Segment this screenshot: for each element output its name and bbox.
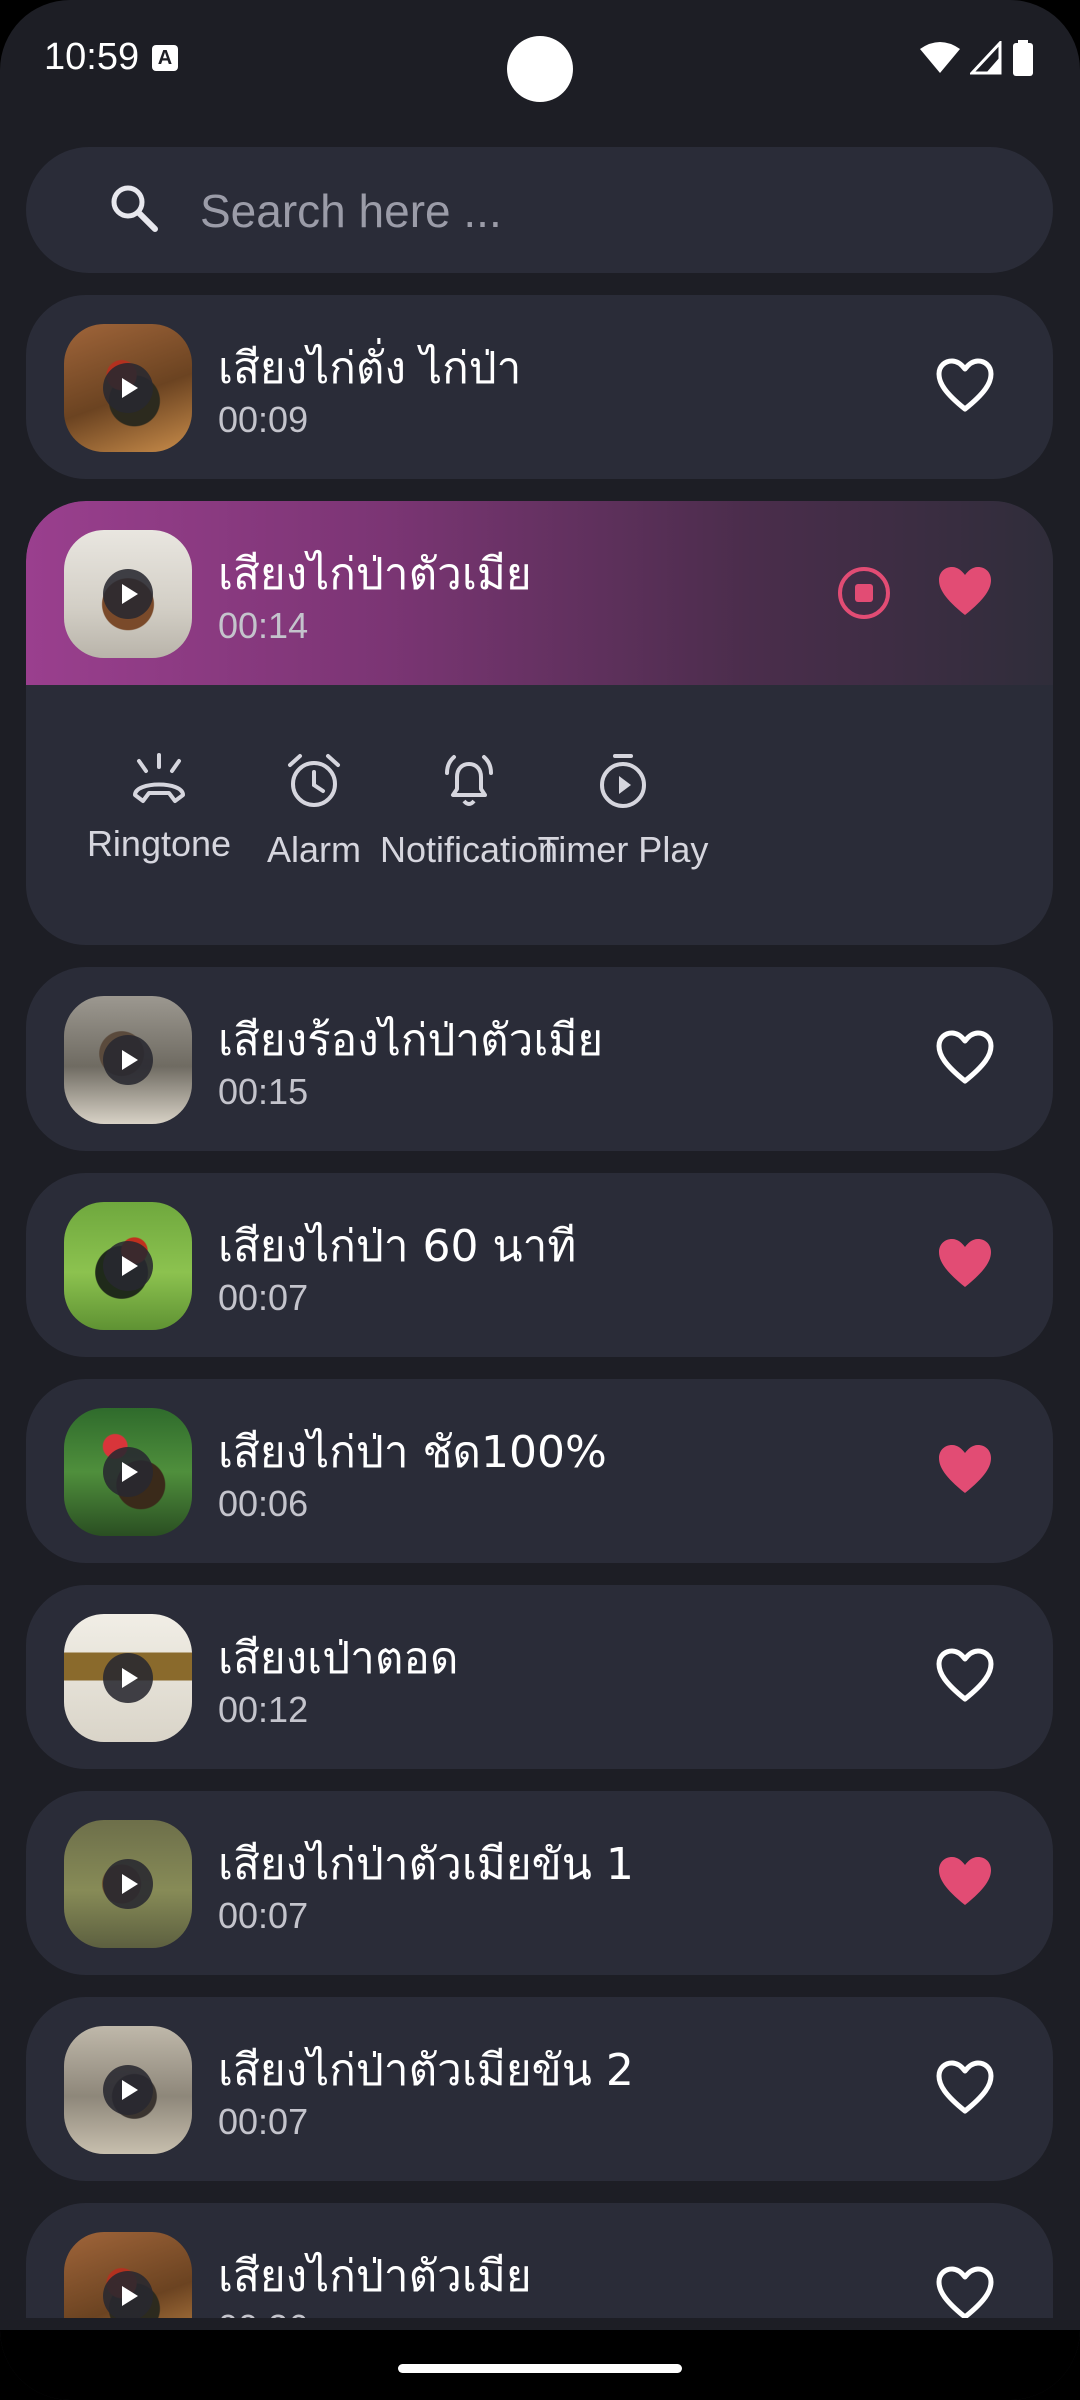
- sound-thumbnail[interactable]: [64, 996, 192, 1124]
- sound-title: เสียงเป่าตอด: [218, 1633, 459, 1684]
- camera-cutout: [507, 36, 573, 102]
- sound-title: เสียงไก่ป่า ชัด100%: [218, 1427, 607, 1478]
- action-label: Timer Play: [537, 829, 709, 870]
- sound-thumbnail[interactable]: [64, 324, 192, 452]
- sound-thumbnail[interactable]: [64, 1408, 192, 1536]
- sound-title: เสียงไก่ป่าตัวเมียขัน 2: [218, 2045, 634, 2096]
- a-icon: A: [152, 45, 178, 71]
- play-icon[interactable]: [103, 1035, 153, 1085]
- play-icon[interactable]: [103, 1241, 153, 1291]
- sound-card[interactable]: เสียงไก่ป่าตัวเมียขัน 1 00:07: [26, 1791, 1053, 1975]
- play-icon[interactable]: [103, 1447, 153, 1497]
- heart-filled-icon[interactable]: [935, 1853, 995, 1909]
- sound-card[interactable]: เสียงไก่ป่า 60 นาที 00:07: [26, 1173, 1053, 1357]
- sound-card[interactable]: เสียงไก่ตั่ง ไก่ป่า 00:09: [26, 295, 1053, 479]
- sound-list[interactable]: เสียงไก่ตั่ง ไก่ป่า 00:09 เสียงไก่ป่าตัวเม…: [26, 295, 1053, 2318]
- sound-card[interactable]: เสียงเป่าตอด 00:12: [26, 1585, 1053, 1769]
- stop-icon[interactable]: [836, 565, 892, 621]
- play-icon[interactable]: [103, 1859, 153, 1909]
- status-icons: [920, 40, 1034, 76]
- timer-play-icon: [508, 751, 738, 811]
- sound-duration: 00:06: [218, 1483, 309, 1524]
- status-bar: 10:59 A: [0, 0, 1080, 120]
- sound-title: เสียงไก่ป่า 60 นาที: [218, 1221, 577, 1272]
- heart-outline-icon[interactable]: [935, 357, 995, 413]
- action-timer-play-button[interactable]: Timer Play: [508, 751, 738, 871]
- sound-thumbnail[interactable]: [64, 2232, 192, 2318]
- wifi-icon: [920, 42, 960, 73]
- play-icon[interactable]: [103, 569, 153, 619]
- sound-thumbnail[interactable]: [64, 2026, 192, 2154]
- sound-row[interactable]: เสียงไก่ตั่ง ไก่ป่า 00:09: [26, 295, 1053, 479]
- sound-row[interactable]: เสียงไก่ป่าตัวเมียขัน 2 00:07: [26, 1997, 1053, 2181]
- sound-row[interactable]: เสียงไก่ป่าตัวเมียขัน 1 00:07: [26, 1791, 1053, 1975]
- sound-duration: 00:26: [218, 2307, 308, 2318]
- sound-title: เสียงไก่ป่าตัวเมีย: [218, 549, 532, 600]
- sound-duration: 00:07: [218, 1895, 309, 1936]
- sound-row[interactable]: เสียงไก่ป่า 60 นาที 00:07: [26, 1173, 1053, 1357]
- sound-duration: 00:09: [218, 399, 309, 440]
- sound-row[interactable]: เสียงไก่ป่าตัวเมีย 00:26: [26, 2203, 1053, 2318]
- sound-thumbnail[interactable]: [64, 1202, 192, 1330]
- app-screen: 10:59 A เสียงไก่ตั่ง ไก่ป่า00:09เสียงไก่…: [0, 0, 1080, 2400]
- battery-icon: [1013, 40, 1033, 76]
- sound-title: เสียงร้องไก่ป่าตัวเมีย: [218, 1015, 604, 1066]
- sound-row-playing[interactable]: เสียงไก่ป่าตัวเมีย 00:14: [26, 501, 1053, 685]
- heart-outline-icon[interactable]: [935, 1029, 995, 1085]
- heart-outline-icon[interactable]: [935, 2059, 995, 2115]
- play-icon[interactable]: [103, 2271, 153, 2318]
- sound-card[interactable]: เสียงไก่ป่า ชัด100% 00:06: [26, 1379, 1053, 1563]
- play-icon[interactable]: [103, 1653, 153, 1703]
- heart-filled-icon[interactable]: [935, 1441, 995, 1497]
- status-time: 10:59: [44, 36, 140, 78]
- sound-thumbnail[interactable]: [64, 1820, 192, 1948]
- play-icon[interactable]: [103, 2065, 153, 2115]
- heart-outline-icon[interactable]: [935, 1647, 995, 1703]
- search-bar[interactable]: [26, 147, 1053, 273]
- sound-title: เสียงไก่ป่าตัวเมียขัน 1: [218, 1839, 634, 1890]
- sound-card[interactable]: เสียงร้องไก่ป่าตัวเมีย 00:15: [26, 967, 1053, 1151]
- signal-icon: [970, 41, 1002, 75]
- sound-title: เสียงไก่ตั่ง ไก่ป่า: [218, 343, 522, 394]
- sound-duration: 00:14: [218, 605, 309, 646]
- home-gesture-handle[interactable]: [398, 2364, 682, 2373]
- sound-thumbnail[interactable]: [64, 1614, 192, 1742]
- sound-row[interactable]: เสียงร้องไก่ป่าตัวเมีย 00:15: [26, 967, 1053, 1151]
- sound-card[interactable]: เสียงไก่ป่าตัวเมีย 00:14 Ringtone Alarm Noti…: [26, 501, 1053, 945]
- search-icon: [111, 185, 158, 232]
- sound-thumbnail[interactable]: [64, 530, 192, 658]
- sound-card[interactable]: เสียงไก่ป่าตัวเมียขัน 2 00:07: [26, 1997, 1053, 2181]
- sound-duration: 00:07: [218, 1277, 309, 1318]
- heart-filled-icon[interactable]: [935, 563, 995, 619]
- sound-duration: 00:07: [218, 2101, 309, 2142]
- sound-duration: 00:12: [218, 1689, 309, 1730]
- search-input[interactable]: [198, 177, 1022, 245]
- sound-card[interactable]: เสียงไก่ป่าตัวเมีย 00:26: [26, 2203, 1053, 2318]
- set-as-actions: Ringtone Alarm Notification Timer Play: [26, 685, 1053, 945]
- play-icon[interactable]: [103, 363, 153, 413]
- sound-title: เสียงไก่ป่าตัวเมีย: [218, 2251, 532, 2302]
- sound-duration: 00:15: [218, 1071, 309, 1112]
- sound-row[interactable]: เสียงไก่ป่า ชัด100% 00:06: [26, 1379, 1053, 1563]
- heart-outline-icon[interactable]: [935, 2265, 995, 2318]
- sound-row[interactable]: เสียงเป่าตอด 00:12: [26, 1585, 1053, 1769]
- heart-filled-icon[interactable]: [935, 1235, 995, 1291]
